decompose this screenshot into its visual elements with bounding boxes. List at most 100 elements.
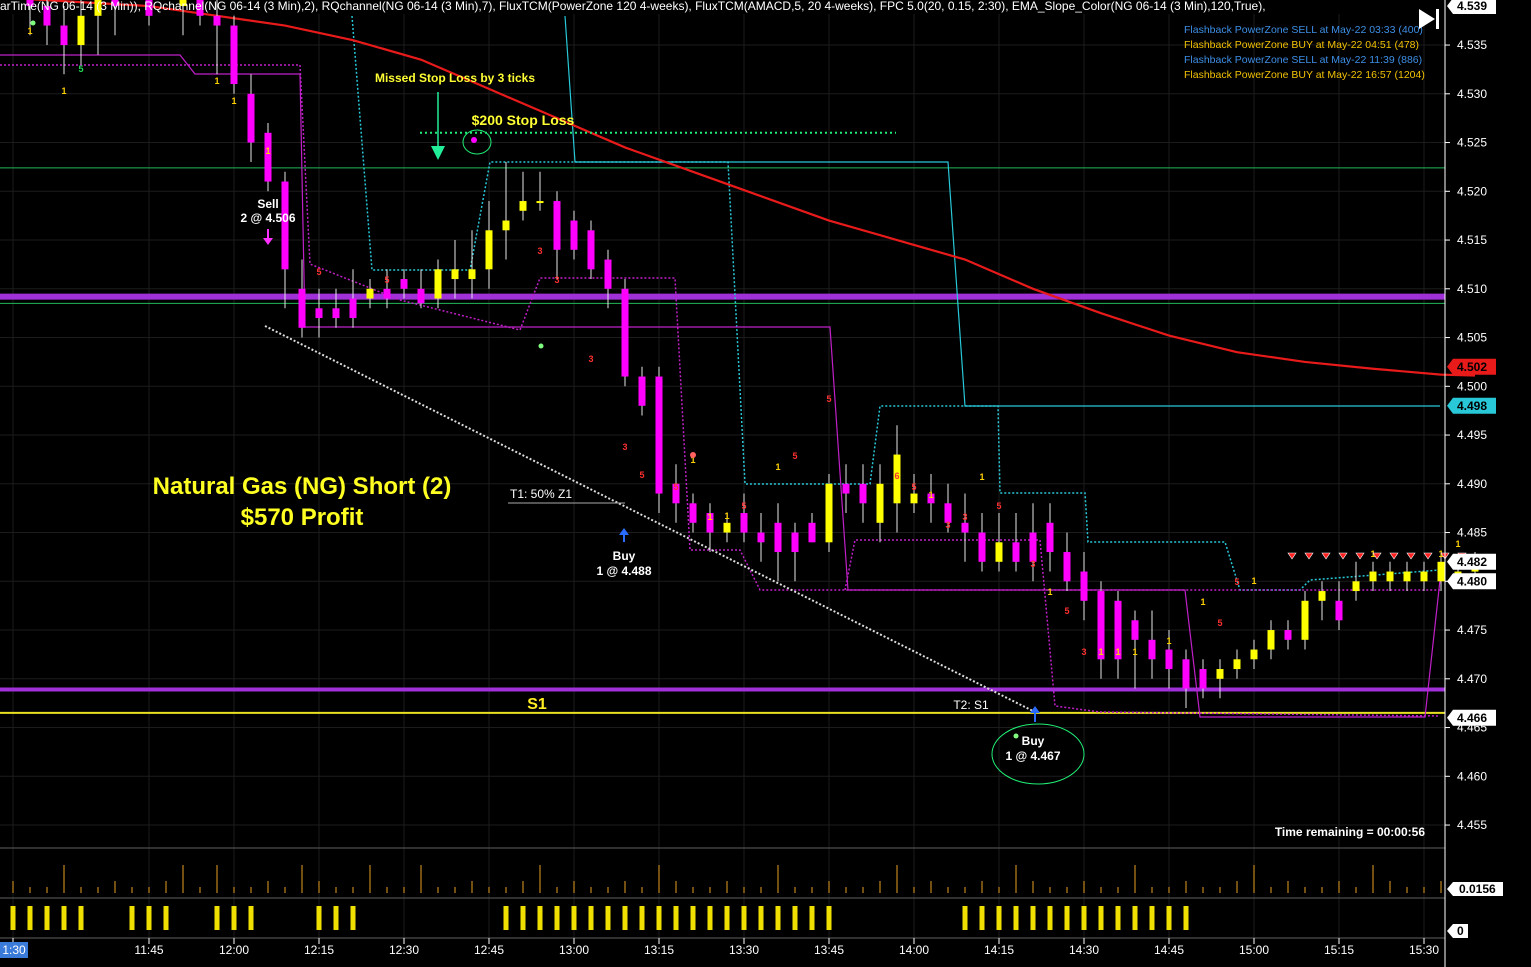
candle-body [587, 230, 595, 270]
count-label: 1 [1098, 647, 1103, 657]
signal-bar [962, 906, 968, 930]
y-tick-label: 4.475 [1457, 623, 1487, 637]
signal-bar [44, 906, 50, 930]
count-label: 1 [928, 490, 933, 500]
y-tick-label: 4.535 [1457, 38, 1487, 52]
signal-bar [231, 906, 237, 930]
candle-body [213, 15, 221, 26]
candle-body [1437, 561, 1445, 582]
candle-body [1386, 571, 1394, 582]
candle-body [1165, 649, 1173, 670]
candle-body [978, 532, 986, 562]
candle-body [1131, 620, 1139, 640]
count-label: 1 [1200, 597, 1205, 607]
x-tick-label: 13:45 [814, 943, 844, 957]
candle-body [1352, 581, 1360, 592]
signal-bar [622, 906, 628, 930]
candle-body [859, 483, 867, 504]
candle-body [1420, 571, 1428, 582]
signal-bar [333, 906, 339, 930]
candle-body [1250, 649, 1258, 660]
x-tick-label: 14:15 [984, 943, 1014, 957]
signal-bar [27, 906, 33, 930]
candle-body [723, 522, 731, 533]
signal-bar [1166, 906, 1172, 930]
count-label: 3 [945, 520, 950, 530]
signal-bar [146, 906, 152, 930]
candle-body [468, 269, 476, 280]
candle-body [1063, 552, 1071, 582]
signal-bar [724, 906, 730, 930]
y-tick-label: 4.525 [1457, 136, 1487, 150]
signal-dot [538, 343, 544, 349]
candle-body [1199, 669, 1207, 689]
count-label: 5 [1234, 577, 1239, 587]
x-tick-label: 12:00 [219, 943, 249, 957]
count-label: 5 [826, 394, 831, 404]
count-label: 5 [316, 267, 321, 277]
candle-body [485, 230, 493, 270]
count-label: 1 [1115, 647, 1120, 657]
y-tick-label: 4.500 [1457, 379, 1487, 393]
candle-body [417, 288, 425, 304]
y-tick-label: 4.515 [1457, 233, 1487, 247]
signal-bar [979, 906, 985, 930]
price-tag-label: 4.480 [1457, 574, 1487, 588]
y-tick-label: 4.510 [1457, 282, 1487, 296]
candle-body [536, 201, 544, 204]
y-tick-label: 4.460 [1457, 769, 1487, 783]
candle-body [1233, 659, 1241, 670]
signal-bar [741, 906, 747, 930]
buy-fill-label: 1 @ 4.488 [596, 564, 651, 578]
candle-body [842, 483, 850, 494]
stop-loss-dot [471, 137, 477, 143]
y-tick-label: 4.485 [1457, 526, 1487, 540]
signal-bar [1183, 906, 1189, 930]
signal-bar [1098, 906, 1104, 930]
candle-body [621, 288, 629, 377]
time-remaining-label: Time remaining = 00:00:56 [1275, 825, 1426, 839]
candle-body [1029, 532, 1037, 562]
signal-bar [1132, 906, 1138, 930]
candle-body [1369, 571, 1377, 582]
candle-body [757, 532, 765, 543]
x-tick-label: 13:00 [559, 943, 589, 957]
candle-body [553, 201, 561, 250]
count-label: 1 [231, 96, 236, 106]
candle-body [434, 269, 442, 299]
candle-body [502, 220, 510, 231]
next-page-icon[interactable] [1413, 6, 1443, 32]
volume-tag-label: 0.0156 [1459, 882, 1496, 896]
chart-subtitle: $570 Profit [241, 504, 364, 531]
x-tick-label: 13:30 [729, 943, 759, 957]
count-label: 5 [673, 482, 678, 492]
signal-bar [520, 906, 526, 930]
candle-body [400, 279, 408, 289]
signal-bar [588, 906, 594, 930]
candle-body [1284, 630, 1292, 640]
signal-bar [1081, 906, 1087, 930]
candle-body [1046, 522, 1054, 553]
buy-label: Buy [613, 549, 636, 563]
signal-bar [554, 906, 560, 930]
t2-label: T2: S1 [953, 698, 989, 712]
signal-bar [792, 906, 798, 930]
candle-body [1403, 571, 1411, 582]
candle-body [1267, 630, 1275, 650]
count-label: 3 [1081, 647, 1086, 657]
candle-body [230, 25, 238, 85]
candle-body [383, 288, 391, 299]
y-tick-label: 4.455 [1457, 818, 1487, 832]
signal-dot [1013, 733, 1019, 739]
stop-loss-label: $200 Stop Loss [472, 112, 575, 128]
count-label: 1 [1166, 636, 1171, 646]
count-label: 5 [996, 501, 1001, 511]
signal-dot [30, 20, 36, 26]
y-tick-label: 4.490 [1457, 477, 1487, 491]
x-tick-label: 1:30 [2, 943, 26, 957]
signal-bar [129, 906, 135, 930]
candle-body [791, 532, 799, 553]
signal-tag-label: 0 [1457, 924, 1464, 938]
signal-bar [248, 906, 254, 930]
candle-body [825, 483, 833, 543]
